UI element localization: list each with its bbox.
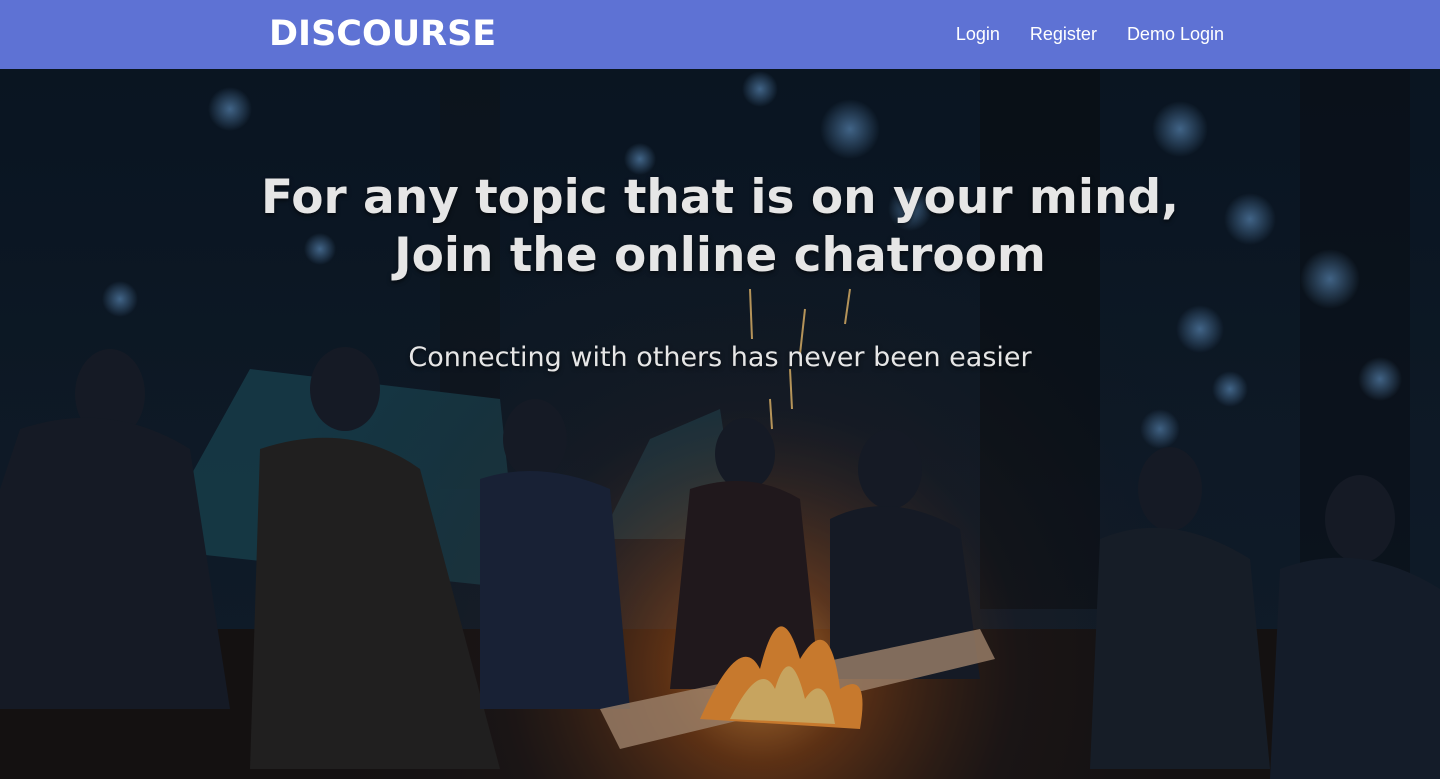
demo-login-link[interactable]: Demo Login xyxy=(1127,22,1224,46)
hero-headline-line2: Join the online chatroom xyxy=(394,228,1046,283)
hero-section: For any topic that is on your mind, Join… xyxy=(0,69,1440,779)
top-navbar: DISCOURSE Login Register Demo Login xyxy=(0,0,1440,69)
nav-links: Login Register Demo Login xyxy=(956,22,1224,46)
discourse-logo[interactable]: DISCOURSE xyxy=(269,14,496,54)
login-link[interactable]: Login xyxy=(956,22,1000,46)
register-link[interactable]: Register xyxy=(1030,22,1097,46)
hero-headline: For any topic that is on your mind, Join… xyxy=(0,169,1440,285)
hero-headline-line1: For any topic that is on your mind, xyxy=(261,170,1179,225)
hero-subheadline: Connecting with others has never been ea… xyxy=(408,342,1032,373)
